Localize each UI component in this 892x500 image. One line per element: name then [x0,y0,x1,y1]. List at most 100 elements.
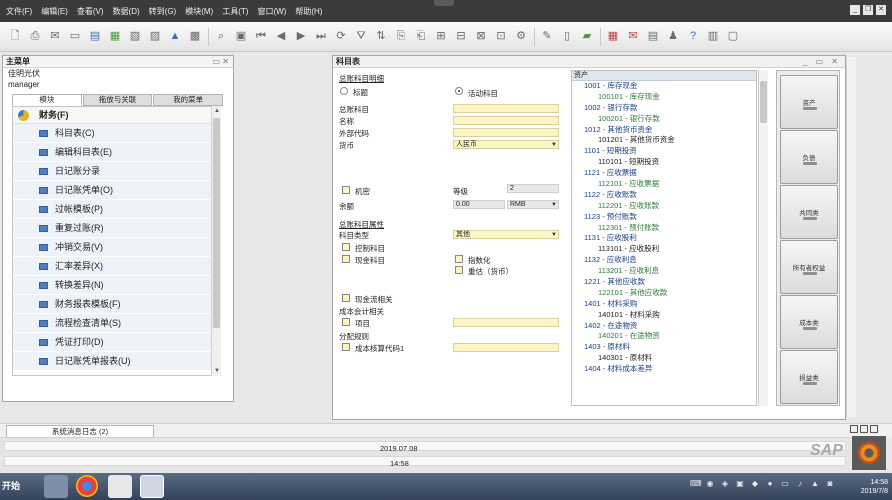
tray-power-icon[interactable]: ◙ [825,479,835,489]
filter-icon[interactable]: ⛛ [354,30,368,44]
window-scrollbar[interactable] [846,57,856,417]
external-code-input[interactable] [453,128,559,137]
tree-node-account-group[interactable]: 1401 - 材料采购 [572,299,756,310]
menu-item-posting-templates[interactable]: 过帐模板(P) [13,200,211,219]
print-icon[interactable]: ⎙ [28,30,42,44]
tray-app-icon[interactable]: ● [765,479,775,489]
scroll-down-icon[interactable]: ▼ [212,366,222,376]
scroll-thumb[interactable] [760,81,767,123]
tray-volume-icon[interactable]: ♪ [795,479,805,489]
menu-window[interactable]: 窗口(W) [257,6,286,17]
tree-scrollbar[interactable] [758,70,768,406]
menu-item-financial-report-templates[interactable]: 财务报表模板(F) [13,295,211,314]
tray-bluetooth-icon[interactable]: ◉ [705,479,715,489]
gross-profit-icon[interactable]: ⊞ [434,30,448,44]
menu-tools[interactable]: 工具(T) [222,6,248,17]
lock-screen-icon[interactable]: ▩ [188,30,202,44]
tree-node-account-group[interactable]: 1001 - 库存现金 [572,81,756,92]
tree-node-account-group[interactable]: 1404 - 材料成本差异 [572,364,756,375]
remote-button-icon[interactable] [850,425,858,433]
next-record-icon[interactable]: ▶ [294,30,308,44]
tree-node-account[interactable]: 100201 - 银行存款 [572,114,756,125]
tree-node-account[interactable]: 112201 - 应收账款 [572,201,756,212]
remote-button-icon[interactable] [860,425,868,433]
org-chart-icon[interactable]: ♟ [666,30,680,44]
tray-keyboard-icon[interactable]: ⌨ [690,479,702,489]
tree-node-account[interactable]: 113201 - 应收利息 [572,266,756,277]
drawer-liabilities[interactable]: 负债 [780,130,838,184]
tree-node-account[interactable]: 122101 - 其他应收款 [572,288,756,299]
menu-item-journal-entry[interactable]: 日记账分录 [13,162,211,181]
remote-session-grip[interactable] [434,0,454,6]
cost-code-checkbox[interactable] [342,343,350,351]
confidential-checkbox[interactable] [342,186,350,194]
email-icon[interactable]: ✉ [48,30,62,44]
tree-node-account-group[interactable]: 1121 - 应收票据 [572,168,756,179]
export-excel-icon[interactable]: ▦ [108,30,122,44]
menu-data[interactable]: 数据(D) [113,6,140,17]
calendar-icon[interactable]: ▦ [606,30,620,44]
menu-modules[interactable]: 模块(M) [185,6,213,17]
tree-node-account[interactable]: 140201 - 在途物资 [572,331,756,342]
menu-file[interactable]: 文件(F) [6,6,32,17]
tree-node-account-group[interactable]: 1402 - 在途物资 [572,321,756,332]
menu-goto[interactable]: 转到(G) [149,6,177,17]
menu-category-financials[interactable]: 财务(F) [13,107,211,124]
sort-icon[interactable]: ⇅ [374,30,388,44]
tree-node-account-group[interactable]: 1221 - 其他应收款 [572,277,756,288]
radio-active-account[interactable] [455,87,463,95]
taskbar-techsonic-icon[interactable] [108,475,132,498]
preview-icon[interactable]: 🗋 [8,30,22,44]
menu-view[interactable]: 查看(V) [77,6,104,17]
drawer-cost[interactable]: 成本类 [780,295,838,349]
export-word-icon[interactable]: ▧ [128,30,142,44]
sms-icon[interactable]: ▭ [68,30,82,44]
tree-node-account[interactable]: 113101 - 应收股利 [572,244,756,255]
tray-security-icon[interactable]: ◈ [720,479,730,489]
drawer-profit-loss[interactable]: 损益类 [780,350,838,404]
add-icon[interactable]: ▣ [234,30,248,44]
remote-button-icon[interactable] [870,425,878,433]
close-icon[interactable]: ✕ [876,5,886,15]
menu-help[interactable]: 帮助(H) [295,6,322,17]
taskbar-chrome-icon[interactable] [76,475,98,497]
tree-node-account-group[interactable]: 1002 - 银行存款 [572,103,756,114]
export-pdf-icon[interactable]: ▨ [148,30,162,44]
menu-item-process-checklist[interactable]: 流程检查清单(S) [13,314,211,333]
scroll-up-icon[interactable]: ▲ [212,106,222,116]
cash-flow-checkbox[interactable] [342,294,350,302]
payment-means-icon[interactable]: ⊠ [474,30,488,44]
tree-node-account[interactable]: 112101 - 应收票据 [572,179,756,190]
radio-title[interactable] [340,87,348,95]
tree-node-account[interactable]: 140301 - 原材料 [572,353,756,364]
tree-node-account-group[interactable]: 1101 - 短期投资 [572,146,756,157]
cash-account-checkbox[interactable] [342,255,350,263]
scroll-thumb[interactable] [213,118,220,328]
menu-item-chart-of-accounts[interactable]: 科目表(C) [13,124,211,143]
menu-item-journal-voucher[interactable]: 日记账凭单(O) [13,181,211,200]
cost-code-input[interactable] [453,343,559,352]
currency-select[interactable]: 人民币 ▼ [453,140,559,149]
transaction-journal-icon[interactable]: ⊟ [454,30,468,44]
previous-record-icon[interactable]: ◀ [274,30,288,44]
tray-app-icon[interactable]: ◆ [750,479,760,489]
tree-node-account-group[interactable]: 1132 - 应收利息 [572,255,756,266]
tree-node-account-group[interactable]: 1012 - 其他货币资金 [572,125,756,136]
project-checkbox[interactable] [342,318,350,326]
tree-node-account[interactable]: 112301 - 预付账款 [572,223,756,234]
tree-node-account[interactable]: 101201 - 其他货币资金 [572,135,756,146]
minimize-icon[interactable]: _ [850,5,860,15]
taskbar-sap-b1-icon[interactable] [140,475,164,498]
restore-icon[interactable]: ❐ [863,5,873,15]
menu-item-edit-chart-of-accounts[interactable]: 编辑科目表(E) [13,143,211,162]
control-account-checkbox[interactable] [342,243,350,251]
menu-edit[interactable]: 编辑(E) [41,6,68,17]
refresh-icon[interactable]: ⟳ [334,30,348,44]
tree-node-account-group[interactable]: 1122 - 应收账款 [572,190,756,201]
menu-item-reverse-transactions[interactable]: 冲销交易(V) [13,238,211,257]
account-type-select[interactable]: 其他 ▼ [453,230,559,239]
settings-icon[interactable]: ⚙ [514,30,528,44]
tray-network-icon[interactable]: ▣ [735,479,745,489]
document-add-icon[interactable]: ▰ [580,30,594,44]
calculator-icon[interactable]: ▥ [706,30,720,44]
